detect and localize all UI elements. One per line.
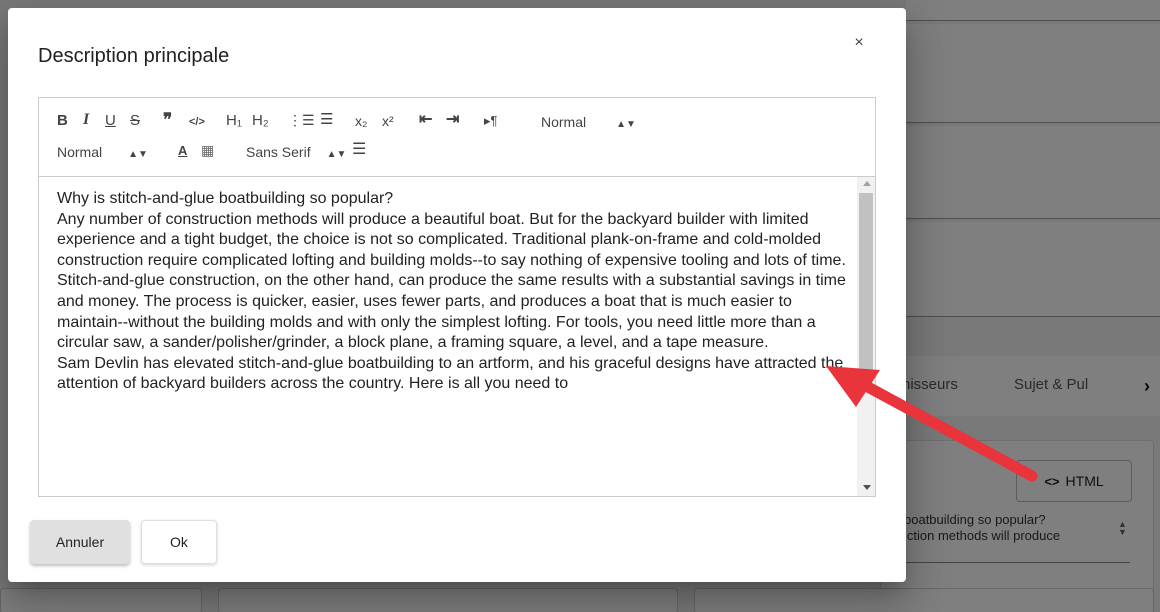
description-dialog: Description principale × B I U S ❞ </> H…: [8, 8, 906, 582]
scroll-down-icon[interactable]: [863, 485, 871, 490]
ok-button[interactable]: Ok: [141, 520, 217, 564]
align-icon[interactable]: ☰: [352, 142, 366, 158]
background-color-icon[interactable]: ▦: [201, 142, 214, 158]
header-select-value: Normal: [541, 114, 587, 130]
select-arrows-icon: ▲▼: [326, 149, 347, 160]
scroll-up-icon[interactable]: [863, 181, 871, 186]
bullet-list-button[interactable]: ☰: [320, 112, 333, 128]
close-icon[interactable]: ×: [851, 35, 867, 51]
ordered-list-button[interactable]: ⋮☰: [288, 112, 315, 128]
underline-button[interactable]: U: [105, 113, 116, 129]
cancel-button[interactable]: Annuler: [30, 520, 130, 564]
dialog-title: Description principale: [38, 45, 230, 67]
subscript-button[interactable]: x₂: [355, 113, 367, 129]
indent-button[interactable]: ⇥: [446, 112, 459, 128]
select-arrows-icon: ▲▼: [616, 119, 636, 130]
text-color-icon[interactable]: A: [178, 143, 187, 159]
strike-button[interactable]: S: [130, 113, 140, 129]
editor-toolbar: B I U S ❞ </> H₁ H₂ ⋮☰ ☰ x₂ x² ⇤ ⇥ ▸¶ No…: [38, 97, 876, 177]
size-select-value: Normal: [57, 144, 103, 160]
editor-text[interactable]: Why is stitch-and-glue boatbuilding so p…: [57, 189, 847, 395]
code-button[interactable]: </>: [189, 114, 205, 130]
bold-button[interactable]: B: [57, 113, 68, 129]
paragraph: Any number of construction methods will …: [57, 210, 846, 352]
header-1-button[interactable]: H₁: [226, 113, 242, 129]
scrollbar-thumb[interactable]: [859, 193, 873, 373]
size-select[interactable]: Normal ▲▼: [57, 144, 148, 163]
italic-button[interactable]: I: [83, 112, 89, 128]
blockquote-button[interactable]: ❞: [163, 111, 172, 128]
font-select[interactable]: Sans Serif ▲▼: [246, 144, 346, 163]
editor-content[interactable]: Why is stitch-and-glue boatbuilding so p…: [38, 176, 876, 497]
font-select-value: Sans Serif: [246, 144, 311, 160]
paragraph: Sam Devlin has elevated stitch-and-glue …: [57, 354, 844, 393]
header-2-button[interactable]: H₂: [252, 113, 269, 129]
rich-text-editor: B I U S ❞ </> H₁ H₂ ⋮☰ ☰ x₂ x² ⇤ ⇥ ▸¶ No…: [38, 97, 876, 497]
vertical-scrollbar[interactable]: [857, 177, 875, 496]
outdent-button[interactable]: ⇤: [419, 112, 432, 128]
superscript-button[interactable]: x²: [382, 113, 394, 129]
text-direction-button[interactable]: ▸¶: [484, 113, 498, 129]
select-arrows-icon: ▲▼: [128, 149, 148, 160]
paragraph: Why is stitch-and-glue boatbuilding so p…: [57, 190, 394, 207]
header-select[interactable]: Normal ▲▼: [541, 114, 636, 133]
